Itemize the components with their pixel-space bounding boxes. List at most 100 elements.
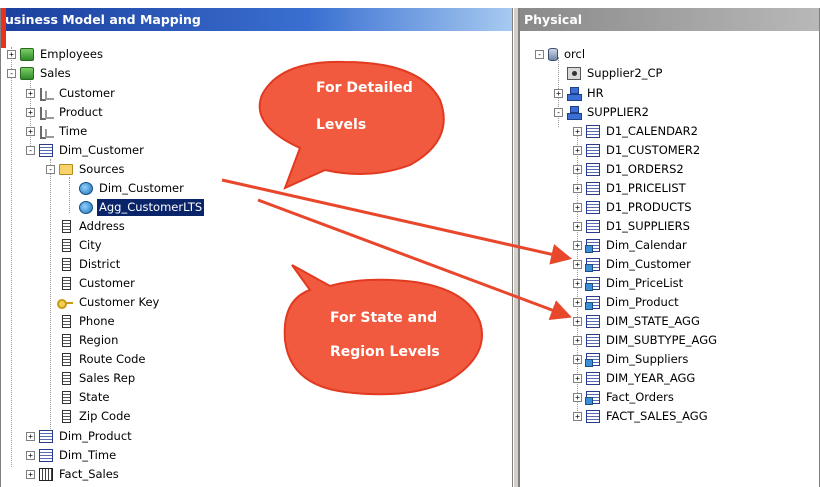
expand-icon[interactable]: + — [573, 127, 582, 136]
callout-state-region-line1: For State and — [330, 310, 438, 326]
alias-table-icon — [585, 353, 600, 367]
tree-node-d1-orders2[interactable]: + D1_ORDERS2 — [573, 161, 686, 178]
tree-node-label: D1_SUPPLIERS — [606, 219, 690, 233]
tree-node-dim-time[interactable]: + Dim_Time — [26, 447, 118, 464]
tree-node-d1-pricelist[interactable]: + D1_PRICELIST — [573, 180, 688, 197]
tree-node-dim-suppliers[interactable]: + Dim_Suppliers — [573, 351, 690, 368]
tree-node-sources[interactable]: - Sources — [46, 161, 127, 178]
tree-node-label: Address — [79, 219, 125, 233]
tree-node-label: Dim_Product — [59, 429, 132, 443]
expand-icon[interactable]: + — [573, 355, 582, 364]
tree-node-column-district[interactable]: District — [62, 256, 122, 273]
expand-icon[interactable]: + — [573, 165, 582, 174]
expand-icon[interactable]: + — [26, 470, 35, 479]
tree-node-label: Dim_Calendar — [606, 238, 687, 252]
expand-icon[interactable]: + — [573, 336, 582, 345]
business-model-tree: + Employees - Sales + Customer + Product… — [1, 39, 512, 487]
tree-node-label: D1_PRICELIST — [606, 181, 686, 195]
tree-node-label: Fact_Orders — [606, 390, 674, 404]
expand-icon[interactable]: + — [26, 451, 35, 460]
tree-node-dim-customer-physical[interactable]: + Dim_Customer — [573, 256, 693, 273]
physical-tree: - orcl Supplier2_CP + HR - SUPPLIER2 + D… — [520, 39, 819, 487]
tree-node-d1-products[interactable]: + D1_PRODUCTS — [573, 199, 694, 216]
tree-node-column-city[interactable]: City — [62, 237, 104, 254]
tree-node-label: D1_CUSTOMER2 — [606, 143, 701, 157]
expand-icon[interactable]: + — [573, 260, 582, 269]
expand-icon[interactable]: + — [573, 279, 582, 288]
tree-node-fact-sales[interactable]: + Fact_Sales — [26, 466, 121, 483]
tree-node-supplier2-cp[interactable]: Supplier2_CP — [567, 65, 664, 82]
collapse-icon[interactable]: - — [554, 108, 563, 117]
tree-node-fact-sales-agg[interactable]: + FACT_SALES_AGG — [573, 408, 710, 425]
tree-node-dim-calendar[interactable]: + Dim_Calendar — [573, 237, 689, 254]
tree-node-d1-suppliers[interactable]: + D1_SUPPLIERS — [573, 218, 692, 235]
tree-node-dim-product[interactable]: + Dim_Product — [26, 428, 134, 445]
tree-node-orcl[interactable]: - orcl — [535, 46, 587, 63]
callout-state-region-line2: Region Levels — [330, 344, 440, 360]
tree-node-column-customer[interactable]: Customer — [62, 275, 137, 292]
tree-node-label: Customer Key — [79, 295, 160, 309]
tree-node-hr[interactable]: + HR — [554, 85, 606, 102]
tree-node-customer-dimension[interactable]: + Customer — [26, 85, 117, 102]
tree-node-label: Supplier2_CP — [587, 66, 663, 80]
tree-node-column-state[interactable]: State — [62, 389, 111, 406]
tree-node-column-route-code[interactable]: Route Code — [62, 351, 147, 368]
physical-panel: Physical - orcl Supplier2_CP + HR - SUPP… — [519, 8, 820, 487]
tree-node-dim-product-physical[interactable]: + Dim_Product — [573, 294, 681, 311]
tree-node-column-phone[interactable]: Phone — [62, 313, 117, 330]
expand-icon[interactable]: + — [26, 127, 35, 136]
column-icon — [62, 334, 71, 347]
collapse-icon[interactable]: - — [26, 146, 35, 155]
tree-node-column-zip-code[interactable]: Zip Code — [62, 408, 132, 425]
tree-node-dim-state-agg[interactable]: + DIM_STATE_AGG — [573, 313, 702, 330]
tree-node-dim-pricelist[interactable]: + Dim_PriceList — [573, 275, 685, 292]
expand-icon[interactable]: + — [573, 374, 582, 383]
tree-node-sales[interactable]: - Sales — [7, 65, 73, 82]
expand-icon[interactable]: + — [26, 108, 35, 117]
physical-table-icon — [586, 201, 600, 214]
tree-node-label: SUPPLIER2 — [587, 105, 649, 119]
tree-node-employees[interactable]: + Employees — [7, 46, 105, 63]
logical-table-icon — [39, 449, 53, 462]
tree-node-column-address[interactable]: Address — [62, 218, 127, 235]
tree-node-column-customer-key[interactable]: Customer Key — [57, 294, 161, 311]
collapse-icon[interactable]: - — [7, 69, 16, 78]
tree-node-d1-customer2[interactable]: + D1_CUSTOMER2 — [573, 142, 702, 159]
column-icon — [62, 410, 71, 423]
tree-node-time-dimension[interactable]: + Time — [26, 123, 89, 140]
tree-node-label: Phone — [79, 314, 115, 328]
tree-node-source-agg-customerlts[interactable]: Agg_CustomerLTS — [79, 199, 205, 216]
column-icon — [62, 220, 71, 233]
tree-node-dim-subtype-agg[interactable]: + DIM_SUBTYPE_AGG — [573, 332, 719, 349]
expand-icon[interactable]: + — [573, 412, 582, 421]
tree-node-label: District — [79, 257, 121, 271]
expand-icon[interactable]: + — [573, 241, 582, 250]
tree-node-dim-year-agg[interactable]: + DIM_YEAR_AGG — [573, 370, 697, 387]
collapse-icon[interactable]: - — [535, 50, 544, 59]
screenshot-frame: usiness Model and Mapping + Employees - … — [0, 0, 820, 487]
physical-table-icon — [586, 410, 600, 423]
expand-icon[interactable]: + — [573, 203, 582, 212]
expand-icon[interactable]: + — [7, 50, 16, 59]
expand-icon[interactable]: + — [26, 432, 35, 441]
tree-node-dim-customer[interactable]: - Dim_Customer — [26, 142, 146, 159]
tree-node-source-dim-customer[interactable]: Dim_Customer — [79, 180, 186, 197]
expand-icon[interactable]: + — [554, 89, 563, 98]
collapse-icon[interactable]: - — [46, 165, 55, 174]
tree-node-supplier2[interactable]: - SUPPLIER2 — [554, 104, 651, 121]
expand-icon[interactable]: + — [573, 222, 582, 231]
expand-icon[interactable]: + — [573, 393, 582, 402]
key-icon — [57, 296, 73, 309]
expand-icon[interactable]: + — [573, 184, 582, 193]
tree-node-label: City — [79, 238, 102, 252]
logical-table-source-icon — [79, 201, 93, 214]
tree-node-fact-orders[interactable]: + Fact_Orders — [573, 389, 676, 406]
expand-icon[interactable]: + — [26, 89, 35, 98]
expand-icon[interactable]: + — [573, 298, 582, 307]
tree-node-column-sales-rep[interactable]: Sales Rep — [62, 370, 137, 387]
tree-node-column-region[interactable]: Region — [62, 332, 120, 349]
expand-icon[interactable]: + — [573, 317, 582, 326]
expand-icon[interactable]: + — [573, 146, 582, 155]
tree-node-d1-calendar2[interactable]: + D1_CALENDAR2 — [573, 123, 700, 140]
tree-node-product-dimension[interactable]: + Product — [26, 104, 105, 121]
